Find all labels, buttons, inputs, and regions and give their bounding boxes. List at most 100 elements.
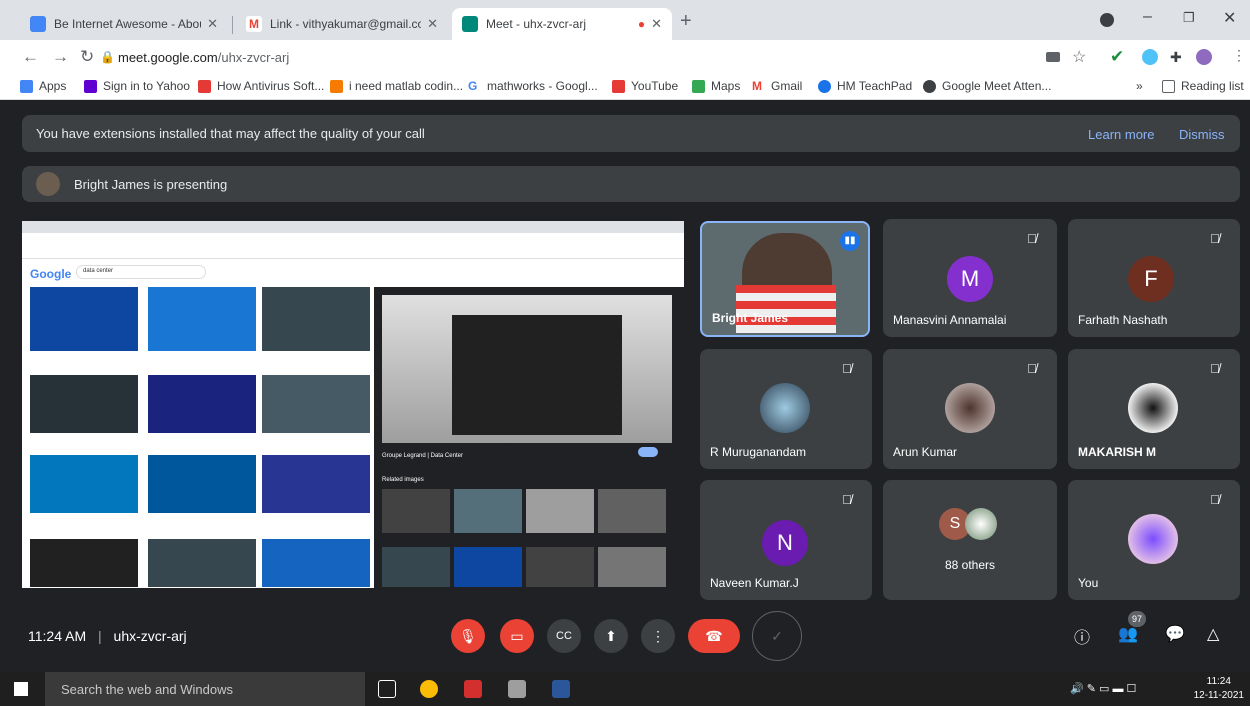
related-image (382, 547, 450, 587)
lock-icon[interactable]: 🔒 (100, 50, 115, 64)
related-image (454, 547, 522, 587)
app-icon[interactable] (508, 680, 526, 698)
restore-button[interactable]: ❐ (1183, 10, 1195, 26)
participant-tile[interactable]: 🎙̸ N Naveen Kumar.J (700, 480, 872, 600)
more-options-button[interactable]: ⋮ (641, 619, 675, 653)
tab-be-internet-awesome[interactable]: Be Internet Awesome - About ✕ (20, 8, 228, 40)
close-icon[interactable]: ✕ (427, 16, 438, 32)
presenting-banner: Bright James is presenting (22, 166, 1240, 202)
captions-button[interactable]: CC (547, 619, 581, 653)
close-window-button[interactable]: ✕ (1223, 8, 1236, 28)
info-icon[interactable]: ⓘ (1074, 624, 1090, 648)
app-icon[interactable] (464, 680, 482, 698)
back-icon[interactable]: ← (22, 47, 39, 67)
leave-call-button[interactable]: ☎ (688, 619, 740, 653)
puzzle-icon[interactable]: ✚ (1170, 49, 1182, 66)
windows-start-icon[interactable] (14, 682, 28, 696)
camera-toggle-button[interactable]: ▭ (500, 619, 534, 653)
presentation-screen[interactable]: Google data center Groupe Legrand | Data… (22, 221, 684, 588)
matlab-icon (330, 79, 343, 93)
participant-tile[interactable]: ▮▮ Bright James (700, 221, 870, 337)
camera-icon[interactable] (1046, 52, 1060, 62)
close-icon[interactable]: ✕ (651, 16, 662, 32)
bookmark-label: Apps (39, 79, 67, 93)
menu-icon[interactable]: ⋮ (1232, 47, 1246, 64)
mic-off-icon: 🎙̸ (1027, 361, 1037, 376)
people-button[interactable]: 👥 (1118, 624, 1138, 644)
present-button[interactable]: ⬆ (594, 619, 628, 653)
participant-tile[interactable]: 🎙̸ R Muruganandam (700, 349, 872, 469)
bookmark-maps[interactable]: Maps (692, 79, 740, 93)
minimize-button[interactable]: – (1143, 8, 1152, 26)
bookmark-antivirus[interactable]: How Antivirus Soft... (198, 79, 324, 93)
result-image (262, 287, 370, 351)
participant-name: Naveen Kumar.J (710, 576, 799, 590)
bookmark-label: Gmail (771, 79, 803, 93)
youtube-icon (198, 79, 211, 93)
people-count-badge: 97 (1128, 611, 1146, 627)
bookmark-label: HM TeachPad (837, 79, 913, 93)
tab-gmail-link[interactable]: M Link - vithyakumar@gmail.com ✕ (236, 8, 448, 40)
bookmark-youtube[interactable]: YouTube (612, 79, 678, 93)
word-icon[interactable] (552, 680, 570, 698)
chat-icon[interactable]: 💬 (1165, 624, 1185, 644)
participant-tile[interactable]: 🎙̸ Arun Kumar (883, 349, 1057, 469)
star-icon[interactable]: ☆ (1072, 47, 1086, 67)
meeting-time: 11:24 AM (28, 628, 87, 644)
clock-time: 11:24 (1206, 676, 1231, 687)
forward-icon[interactable]: → (52, 47, 69, 67)
activities-icon[interactable]: △ (1207, 624, 1219, 644)
profile-icon[interactable] (1100, 13, 1114, 27)
bookmark-matlab[interactable]: i need matlab codin... (330, 79, 463, 93)
bookmark-yahoo[interactable]: Sign in to Yahoo (84, 79, 190, 93)
result-image (148, 455, 256, 513)
bookmark-gmail[interactable]: M Gmail (752, 79, 802, 93)
chrome-icon[interactable] (420, 680, 438, 698)
related-image (526, 489, 594, 533)
bookmark-meet-attendance[interactable]: Google Meet Atten... (923, 79, 1051, 93)
self-tile[interactable]: 🎙̸ You (1068, 480, 1240, 600)
tab-title: Link - vithyakumar@gmail.com (270, 17, 422, 31)
others-tile[interactable]: S 88 others (883, 480, 1057, 600)
dismiss-button[interactable]: Dismiss (1179, 127, 1225, 142)
mic-toggle-button[interactable]: 🎙 (451, 619, 485, 653)
task-view-icon[interactable] (378, 680, 396, 698)
participant-initial: N (762, 520, 808, 566)
bookmark-label: i need matlab codin... (349, 79, 464, 93)
taskbar-clock[interactable]: 11:24 12-11-2021 (1194, 675, 1244, 703)
result-image (148, 375, 256, 433)
reading-list-icon (1162, 79, 1175, 93)
bookmark-label: How Antivirus Soft... (217, 79, 325, 93)
participant-tile[interactable]: 🎙̸ MAKARISH M (1068, 349, 1240, 469)
bookmark-hm-teachpad[interactable]: HM TeachPad (818, 79, 912, 93)
participant-tile[interactable]: 🎙̸ M Manasvini Annamalai (883, 219, 1057, 337)
image-results-grid (30, 287, 370, 587)
result-image (148, 539, 256, 587)
check-button[interactable]: ✓ (752, 611, 802, 661)
video-feed-shirt (736, 285, 836, 333)
more-bookmarks-icon[interactable]: » (1136, 79, 1143, 93)
participant-photo (1128, 383, 1178, 433)
learn-more-link[interactable]: Learn more (1088, 127, 1154, 142)
close-icon[interactable]: ✕ (207, 16, 218, 32)
participant-tile[interactable]: 🎙̸ F Farhath Nashath (1068, 219, 1240, 337)
related-image (526, 547, 594, 587)
reading-list-label: Reading list (1181, 79, 1244, 93)
participant-name: R Muruganandam (710, 445, 807, 459)
bookmark-apps[interactable]: Apps (20, 79, 66, 93)
maps-icon (692, 79, 705, 93)
system-tray-icons[interactable]: 🔊 ✎ ▭ ▬ ☐ (1070, 682, 1136, 695)
related-image (454, 489, 522, 533)
address-bar[interactable]: meet.google.com/uhx-zvcr-arj (118, 50, 289, 65)
reload-icon[interactable]: ↻ (80, 47, 94, 67)
check-extension-icon[interactable]: ✔ (1110, 47, 1124, 67)
meet-icon (462, 16, 478, 32)
bookmark-mathworks[interactable]: Gmathworks - Googl... (468, 79, 598, 93)
extension-icon[interactable] (1142, 49, 1158, 65)
reading-list-button[interactable]: Reading list (1162, 79, 1244, 93)
new-tab-button[interactable]: + (680, 10, 692, 33)
taskbar-search[interactable]: Search the web and Windows (45, 672, 365, 706)
tab-meet[interactable]: Meet - uhx-zvcr-arj ● ✕ (452, 8, 672, 40)
profile-avatar-icon[interactable] (1196, 49, 1212, 65)
participant-photo (945, 383, 995, 433)
